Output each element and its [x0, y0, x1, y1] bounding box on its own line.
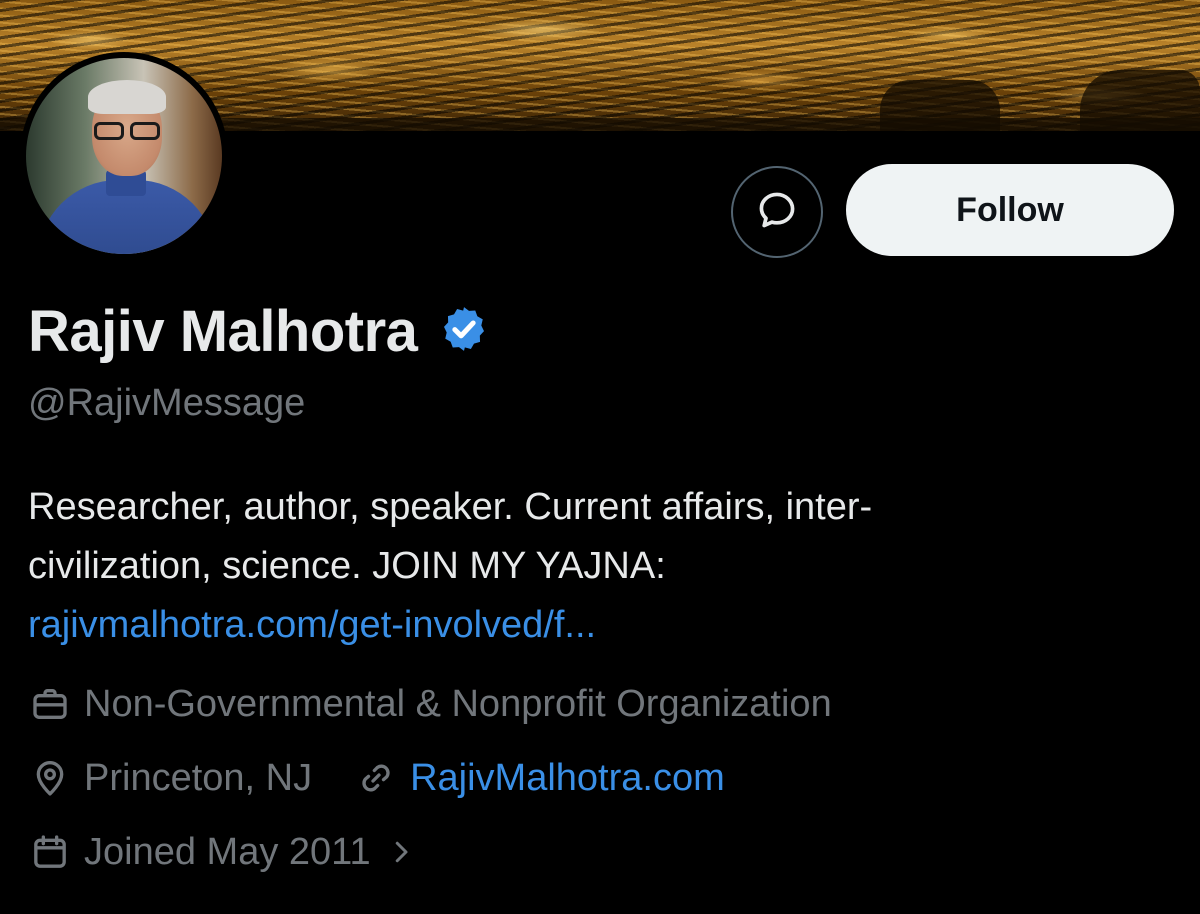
link-icon [354, 756, 398, 800]
profile-category: Non-Governmental & Nonprofit Organizatio… [28, 678, 832, 730]
location-label: Princeton, NJ [84, 756, 313, 799]
banner-shadow [880, 80, 1000, 131]
bio-text: civilization, science. JOIN MY YAJNA: [28, 545, 666, 587]
bio-link[interactable]: rajivmalhotra.com/get-involved/f... [28, 596, 1148, 655]
profile-handle: @RajivMessage [28, 382, 306, 424]
category-label: Non-Governmental & Nonprofit Organizatio… [84, 682, 832, 725]
follow-button[interactable]: Follow [846, 164, 1174, 256]
verified-badge-icon[interactable] [439, 304, 489, 359]
profile-location-row: Princeton, NJ RajivMalhotra.com [28, 752, 725, 804]
avatar-photo [26, 58, 222, 254]
bio-text: Researcher, author, speaker. Current aff… [28, 486, 873, 528]
name-row: Rajiv Malhotra [28, 298, 489, 364]
joined-label: Joined May 2011 [84, 830, 371, 873]
briefcase-icon [28, 682, 72, 726]
avatar[interactable] [20, 52, 228, 260]
location-pin-icon [28, 756, 72, 800]
calendar-icon [28, 830, 72, 874]
website-link[interactable]: RajivMalhotra.com [410, 757, 725, 800]
profile-joined-row[interactable]: Joined May 2011 [28, 826, 423, 878]
profile-bio: Researcher, author, speaker. Current aff… [28, 478, 1148, 655]
message-bubble-icon [755, 188, 799, 237]
chevron-right-icon[interactable] [379, 830, 423, 874]
banner-shadow [1080, 70, 1200, 131]
display-name: Rajiv Malhotra [28, 298, 418, 364]
message-button[interactable] [731, 166, 823, 258]
